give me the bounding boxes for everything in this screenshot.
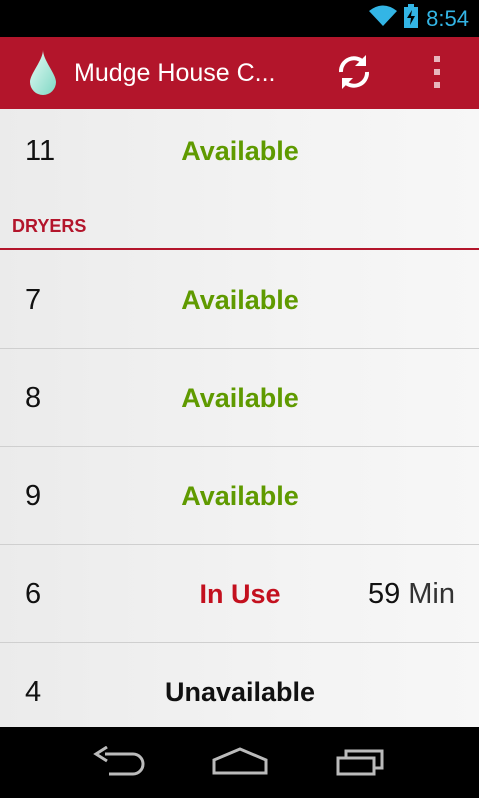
back-button[interactable] (85, 741, 155, 785)
machine-number: 7 (25, 284, 42, 316)
water-drop-icon[interactable] (28, 45, 58, 101)
list-item[interactable]: 11 Available (0, 109, 479, 200)
section-title: DRYERS (12, 216, 87, 236)
machine-status: Available (181, 383, 299, 413)
list-item[interactable]: 6 In Use 59 Min (0, 546, 479, 643)
machine-number: 8 (25, 382, 42, 414)
machine-list[interactable]: 11 Available DRYERS 7 Available 8 Availa… (0, 109, 479, 727)
overflow-menu-icon (432, 54, 442, 95)
list-item[interactable]: 8 Available (0, 350, 479, 447)
machine-status: Available (181, 285, 299, 315)
time-value: 59 (367, 578, 401, 610)
recents-button[interactable] (326, 741, 396, 785)
back-icon (93, 745, 147, 781)
home-button[interactable] (205, 741, 275, 785)
machine-status: Available (181, 481, 299, 511)
time-unit: Min (408, 578, 455, 610)
machine-status: In Use (199, 579, 281, 609)
machine-number: 9 (25, 480, 42, 512)
recents-icon (334, 746, 388, 781)
navigation-bar (0, 727, 479, 798)
machine-number: 11 (25, 135, 56, 167)
refresh-button[interactable] (332, 52, 376, 96)
action-bar: Mudge House C... (0, 37, 479, 109)
time-remaining: 59 Min (368, 546, 455, 643)
machine-number: 6 (25, 578, 42, 610)
machine-status: Unavailable (164, 677, 316, 707)
list-item[interactable]: 4 Unavailable (0, 644, 479, 727)
page-title: Mudge House C... (74, 58, 276, 87)
overflow-menu-button[interactable] (421, 52, 453, 96)
wifi-icon (368, 5, 398, 32)
machine-status: Available (181, 136, 299, 166)
list-item[interactable]: 9 Available (0, 448, 479, 545)
refresh-icon (335, 53, 373, 96)
status-bar: 8:54 (0, 0, 479, 37)
battery-charging-icon (404, 4, 419, 33)
machine-number: 4 (25, 676, 42, 708)
list-item[interactable]: 7 Available (0, 252, 479, 349)
status-time: 8:54 (426, 5, 469, 31)
home-icon (210, 746, 270, 781)
section-header-dryers: DRYERS (0, 200, 479, 250)
